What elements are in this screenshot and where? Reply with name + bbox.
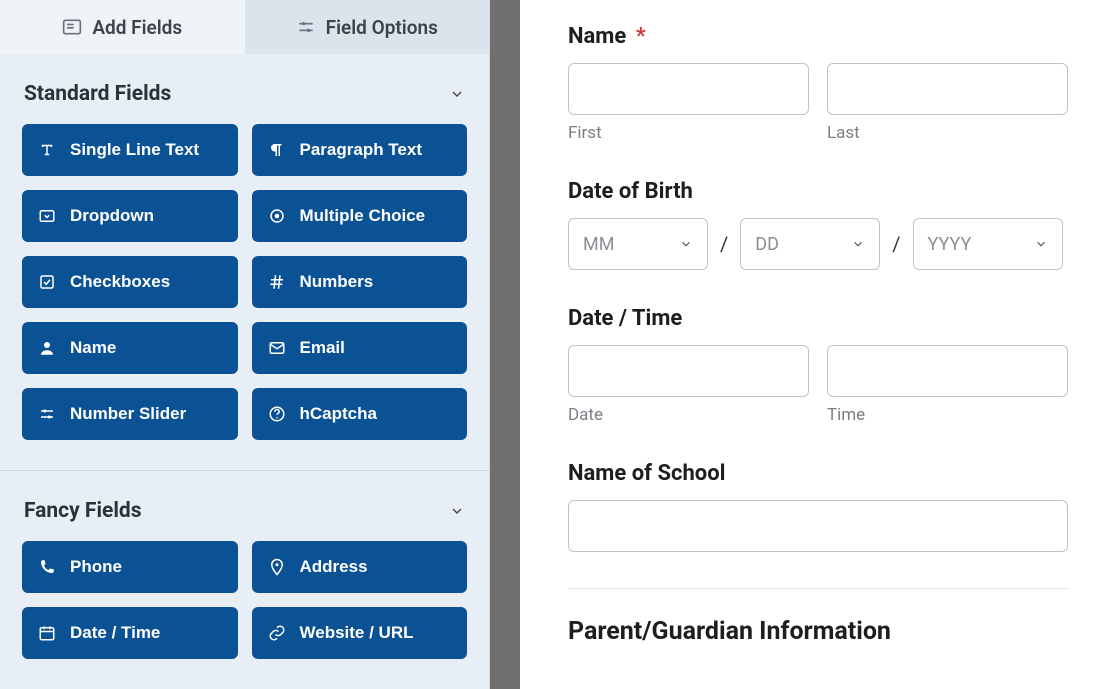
- label-text: Name: [568, 24, 626, 49]
- chevron-down-icon: [679, 237, 693, 251]
- phone-icon: [38, 558, 56, 576]
- label-name: Name *: [568, 24, 1068, 49]
- field-website-url[interactable]: Website / URL: [252, 607, 468, 659]
- label-school: Name of School: [568, 461, 1068, 486]
- section-fancy-fields[interactable]: Fancy Fields: [0, 471, 489, 541]
- form-field-datetime[interactable]: Date / Time Date Time: [568, 306, 1068, 425]
- input-first-name[interactable]: [568, 63, 809, 115]
- input-date[interactable]: [568, 345, 809, 397]
- paragraph-icon: [268, 141, 286, 159]
- required-asterisk: *: [636, 24, 646, 49]
- section-title: Fancy Fields: [24, 499, 142, 523]
- chevron-down-icon: [851, 237, 865, 251]
- field-label: Single Line Text: [70, 140, 199, 160]
- field-date-time[interactable]: Date / Time: [22, 607, 238, 659]
- field-hcaptcha[interactable]: hCaptcha: [252, 388, 468, 440]
- sidebar-tabs: Add Fields Field Options: [0, 0, 489, 54]
- dob-separator: /: [892, 232, 900, 256]
- form-field-school[interactable]: Name of School: [568, 461, 1068, 552]
- input-last-name[interactable]: [827, 63, 1068, 115]
- placeholder-dd: DD: [755, 234, 779, 255]
- form-preview: Name * First Last Date of Birth MM / DD: [520, 0, 1116, 689]
- field-label: Multiple Choice: [300, 206, 426, 226]
- field-name[interactable]: Name: [22, 322, 238, 374]
- field-single-line-text[interactable]: Single Line Text: [22, 124, 238, 176]
- placeholder-yyyy: YYYY: [928, 234, 972, 255]
- chevron-down-icon: [449, 86, 465, 102]
- sidebar: Add Fields Field Options Standard Fields…: [0, 0, 490, 689]
- field-numbers[interactable]: Numbers: [252, 256, 468, 308]
- field-paragraph-text[interactable]: Paragraph Text: [252, 124, 468, 176]
- field-address[interactable]: Address: [252, 541, 468, 593]
- user-icon: [38, 339, 56, 357]
- field-label: Number Slider: [70, 404, 186, 424]
- sublabel-last: Last: [827, 123, 1068, 143]
- select-dob-month[interactable]: MM: [568, 218, 708, 270]
- question-icon: [268, 405, 286, 423]
- field-label: Paragraph Text: [300, 140, 423, 160]
- tab-add-fields[interactable]: Add Fields: [0, 0, 245, 54]
- field-label: Dropdown: [70, 206, 154, 226]
- radio-icon: [268, 207, 286, 225]
- guardian-heading: Parent/Guardian Information: [568, 617, 1068, 646]
- fancy-fields-grid: Phone Address Date / Time Website / URL: [0, 541, 489, 681]
- tab-field-options[interactable]: Field Options: [245, 0, 490, 54]
- checkbox-icon: [38, 273, 56, 291]
- standard-fields-grid: Single Line Text Paragraph Text Dropdown…: [0, 124, 489, 462]
- field-label: Email: [300, 338, 345, 358]
- field-label: hCaptcha: [300, 404, 377, 424]
- dropdown-icon: [38, 207, 56, 225]
- form-icon: [62, 17, 82, 37]
- dob-separator: /: [720, 232, 728, 256]
- sublabel-time: Time: [827, 405, 1068, 425]
- calendar-icon: [38, 624, 56, 642]
- field-label: Address: [300, 557, 368, 577]
- field-phone[interactable]: Phone: [22, 541, 238, 593]
- field-dropdown[interactable]: Dropdown: [22, 190, 238, 242]
- input-school[interactable]: [568, 500, 1068, 552]
- sliders-icon: [296, 17, 316, 37]
- form-divider: [568, 588, 1068, 589]
- sublabel-first: First: [568, 123, 809, 143]
- link-icon: [268, 624, 286, 642]
- hash-icon: [268, 273, 286, 291]
- sublabel-date: Date: [568, 405, 809, 425]
- field-label: Date / Time: [70, 623, 160, 643]
- field-label: Website / URL: [300, 623, 414, 643]
- slider-icon: [38, 405, 56, 423]
- field-label: Numbers: [300, 272, 374, 292]
- tab-label: Add Fields: [92, 16, 182, 39]
- panel-gap: [490, 0, 520, 689]
- envelope-icon: [268, 339, 286, 357]
- label-datetime: Date / Time: [568, 306, 1068, 331]
- section-title: Standard Fields: [24, 82, 171, 106]
- select-dob-year[interactable]: YYYY: [913, 218, 1063, 270]
- tab-label: Field Options: [326, 16, 438, 39]
- field-label: Checkboxes: [70, 272, 170, 292]
- field-checkboxes[interactable]: Checkboxes: [22, 256, 238, 308]
- placeholder-mm: MM: [583, 234, 614, 255]
- label-dob: Date of Birth: [568, 179, 1068, 204]
- field-number-slider[interactable]: Number Slider: [22, 388, 238, 440]
- form-field-name[interactable]: Name * First Last: [568, 24, 1068, 143]
- section-standard-fields[interactable]: Standard Fields: [0, 54, 489, 124]
- field-label: Phone: [70, 557, 122, 577]
- field-label: Name: [70, 338, 116, 358]
- form-field-dob[interactable]: Date of Birth MM / DD / YYYY: [568, 179, 1068, 270]
- input-time[interactable]: [827, 345, 1068, 397]
- text-icon: [38, 141, 56, 159]
- field-email[interactable]: Email: [252, 322, 468, 374]
- pin-icon: [268, 558, 286, 576]
- chevron-down-icon: [1034, 237, 1048, 251]
- select-dob-day[interactable]: DD: [740, 218, 880, 270]
- chevron-down-icon: [449, 503, 465, 519]
- field-multiple-choice[interactable]: Multiple Choice: [252, 190, 468, 242]
